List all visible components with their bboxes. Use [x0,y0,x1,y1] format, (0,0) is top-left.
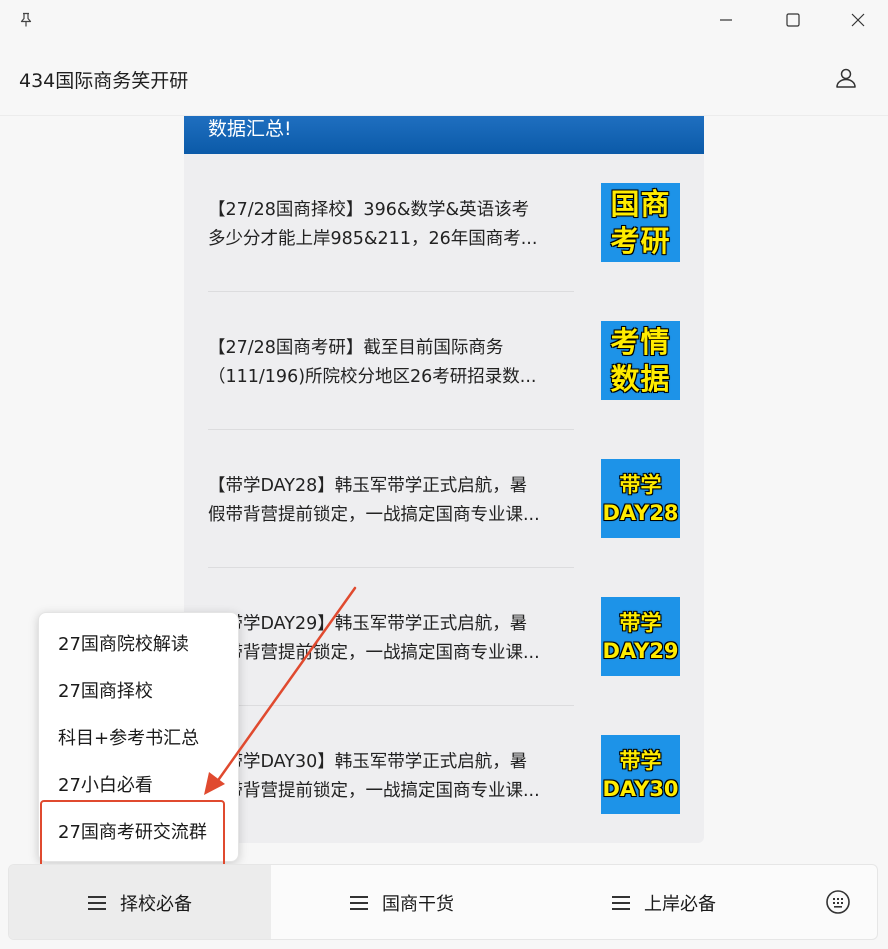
maximize-button[interactable] [773,4,813,36]
menu-item-exchange-group[interactable]: 27国商考研交流群 [39,807,240,854]
article-thumbnail: 考情 数据 [601,321,680,400]
menu-icon [350,896,368,910]
article-title: 【带学DAY28】韩玉军带学正式启航，暑 假带背营提前锁定，一战搞定国商专业课.… [208,476,540,525]
close-button[interactable] [838,4,878,36]
list-item[interactable]: 【带学DAY28】韩玉军带学正式启航，暑 假带背营提前锁定，一战搞定国商专业课.… [208,430,680,568]
article-list: 数据汇总! 【27/28国商择校】396&数学&英语该考 多少分才能上岸985&… [184,116,704,843]
banner[interactable]: 数据汇总! [184,116,704,154]
tab-business-tips[interactable]: 国商干货 [271,865,533,939]
bottom-nav: 择校必备 国商干货 上岸必备 [8,864,878,940]
keyboard-icon[interactable] [821,885,855,919]
popup-menu: 27国商院校解读 27国商择校 科目+参考书汇总 27小白必看 27国商考研交流… [38,612,239,862]
article-title: 【27/28国商考研】截至目前国际商务 （111/196)所院校分地区26考研招… [208,338,537,387]
page-title: 434国际商务笑开研 [19,70,189,92]
user-icon[interactable] [828,60,864,96]
menu-icon [88,896,106,910]
menu-item-school-choice[interactable]: 27国商择校 [39,666,240,713]
article-thumbnail: 国商 考研 [601,183,680,262]
article-title: 【带学DAY29】韩玉军带学正式启航，暑 假带背营提前锁定，一战搞定国商专业课.… [208,614,540,663]
minimize-button[interactable] [706,4,746,36]
banner-text: 数据汇总! [208,118,292,140]
article-thumbnail: 带学 DAY29 [601,597,680,676]
tab-success-essentials[interactable]: 上岸必备 [533,865,795,939]
article-thumbnail: 带学 DAY28 [601,459,680,538]
list-item[interactable]: 【带学DAY29】韩玉军带学正式启航，暑 假带背营提前锁定，一战搞定国商专业课.… [208,568,680,706]
list-item[interactable]: 【27/28国商考研】截至目前国际商务 （111/196)所院校分地区26考研招… [208,292,680,430]
article-title: 【带学DAY30】韩玉军带学正式启航，暑 假带背营提前锁定，一战搞定国商专业课.… [208,752,540,801]
menu-icon [612,896,630,910]
article-thumbnail: 带学 DAY30 [601,735,680,814]
article-title: 【27/28国商择校】396&数学&英语该考 多少分才能上岸985&211，26… [208,200,538,249]
menu-item-books-summary[interactable]: 科目+参考书汇总 [39,713,240,760]
app-header: 434国际商务笑开研 [0,40,888,116]
menu-item-school-review[interactable]: 27国商院校解读 [39,619,240,666]
window-titlebar [0,0,888,40]
tab-school-choice[interactable]: 择校必备 [9,865,271,939]
list-item[interactable]: 【带学DAY30】韩玉军带学正式启航，暑 假带背营提前锁定，一战搞定国商专业课.… [208,706,680,843]
list-item[interactable]: 【27/28国商择校】396&数学&英语该考 多少分才能上岸985&211，26… [208,154,680,292]
menu-item-beginner-guide[interactable]: 27小白必看 [39,760,240,807]
pin-icon[interactable] [6,4,46,36]
